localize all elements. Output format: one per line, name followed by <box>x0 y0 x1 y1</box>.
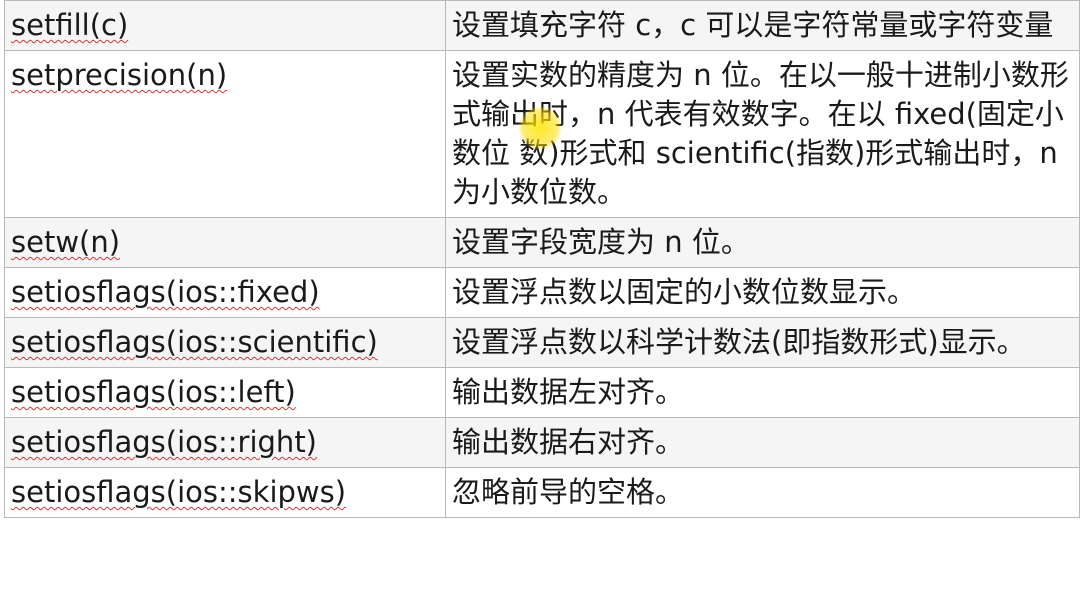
function-name: setfill(c) <box>11 8 129 42</box>
description-cell: 设置浮点数以固定的小数位数显示。 <box>445 267 1080 318</box>
function-cell: setiosflags(ios::scientific) <box>4 317 446 368</box>
table-row: setiosflags(ios::fixed) 设置浮点数以固定的小数位数显示。 <box>4 267 1080 318</box>
function-name: setiosflags(ios::fixed) <box>11 275 320 309</box>
function-cell: setw(n) <box>4 217 446 268</box>
description-cell: 输出数据左对齐。 <box>445 367 1080 418</box>
description-cell: 设置浮点数以科学计数法(即指数形式)显示。 <box>445 317 1080 368</box>
function-cell: setiosflags(ios::left) <box>4 367 446 418</box>
function-cell: setfill(c) <box>4 0 446 51</box>
table-row: setprecision(n) 设置实数的精度为 n 位。在以一般十进制小数形式… <box>4 50 1080 218</box>
function-cell: setiosflags(ios::right) <box>4 417 446 468</box>
table-row: setiosflags(ios::right) 输出数据右对齐。 <box>4 417 1080 468</box>
function-name: setiosflags(ios::skipws) <box>11 475 347 509</box>
description-cell: 设置字段宽度为 n 位。 <box>445 217 1080 268</box>
description-cell: 设置填充字符 c，c 可以是字符常量或字符变量 <box>445 0 1080 51</box>
table-row: setiosflags(ios::skipws) 忽略前导的空格。 <box>4 467 1080 518</box>
table-row: setiosflags(ios::scientific) 设置浮点数以科学计数法… <box>4 317 1080 368</box>
manipulator-table: setfill(c) 设置填充字符 c，c 可以是字符常量或字符变量 setpr… <box>4 0 1080 518</box>
function-cell: setiosflags(ios::skipws) <box>4 467 446 518</box>
function-name: setiosflags(ios::scientific) <box>11 325 378 359</box>
function-name: setiosflags(ios::left) <box>11 375 296 409</box>
description-cell: 输出数据右对齐。 <box>445 417 1080 468</box>
function-name: setw(n) <box>11 225 121 259</box>
table-row: setw(n) 设置字段宽度为 n 位。 <box>4 217 1080 268</box>
function-cell: setprecision(n) <box>4 50 446 218</box>
function-name: setprecision(n) <box>11 58 228 92</box>
table-row: setiosflags(ios::left) 输出数据左对齐。 <box>4 367 1080 418</box>
function-cell: setiosflags(ios::fixed) <box>4 267 446 318</box>
description-cell: 设置实数的精度为 n 位。在以一般十进制小数形式输出时，n 代表有效数字。在以 … <box>445 50 1080 218</box>
table-row: setfill(c) 设置填充字符 c，c 可以是字符常量或字符变量 <box>4 0 1080 51</box>
description-cell: 忽略前导的空格。 <box>445 467 1080 518</box>
function-name: setiosflags(ios::right) <box>11 425 318 459</box>
